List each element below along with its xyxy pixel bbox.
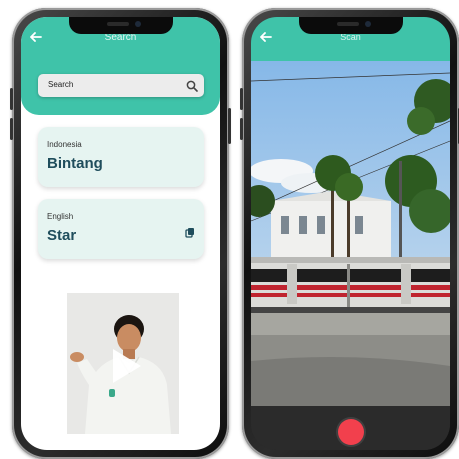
search-input[interactable]: Search bbox=[38, 74, 204, 97]
search-placeholder: Search bbox=[48, 80, 74, 89]
camera-controls bbox=[251, 406, 450, 450]
power-button bbox=[228, 108, 231, 144]
target-language-label: English bbox=[47, 212, 74, 221]
volume-button bbox=[10, 88, 13, 110]
volume-button bbox=[240, 88, 243, 110]
record-button-icon[interactable] bbox=[337, 419, 364, 445]
camera-screen: Scan bbox=[251, 17, 450, 450]
notch bbox=[298, 17, 403, 34]
copy-icon[interactable] bbox=[185, 225, 195, 243]
volume-button bbox=[240, 118, 243, 140]
search-icon[interactable] bbox=[186, 79, 198, 97]
search-screen: Search Search Indonesia Bintang English … bbox=[21, 17, 220, 450]
notch bbox=[68, 17, 173, 34]
source-word-card: Indonesia Bintang bbox=[38, 127, 204, 187]
source-word: Bintang bbox=[47, 155, 103, 172]
target-word: Star bbox=[47, 227, 77, 244]
volume-button bbox=[10, 118, 13, 140]
left-phone: Search Search Indonesia Bintang English … bbox=[10, 8, 231, 459]
target-word-card: English Star bbox=[38, 199, 204, 259]
right-phone: Scan bbox=[240, 8, 459, 459]
play-icon[interactable] bbox=[113, 349, 141, 383]
source-language-label: Indonesia bbox=[47, 140, 82, 149]
camera-preview-image bbox=[251, 61, 450, 406]
sign-language-video[interactable] bbox=[67, 293, 179, 434]
camera-viewfinder[interactable] bbox=[251, 61, 450, 406]
